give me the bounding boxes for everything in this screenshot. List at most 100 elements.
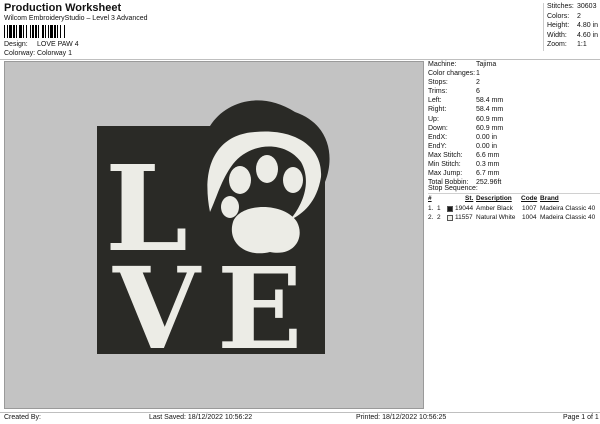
info-label: Trims: — [428, 88, 448, 96]
info-row: Machine: Tajima — [428, 61, 600, 70]
stat-value: 30603 — [577, 3, 597, 10]
info-value: 252.96ft — [476, 179, 502, 187]
info-row: Color changes: 1 — [428, 70, 600, 79]
stat-value: 1:1 — [577, 41, 587, 48]
info-value: 6.6 mm — [476, 151, 500, 159]
stat-width: Width: 4.60 in — [544, 32, 600, 42]
info-label: Stops: — [428, 79, 448, 87]
header-divider — [0, 59, 600, 60]
stat-label: Colors: — [547, 12, 570, 20]
stat-label: Stitches: — [547, 3, 574, 10]
stop-sequence-table: # St. Description Code Brand 1. 1 19044 … — [428, 195, 600, 224]
table-header-row: # St. Description Code Brand — [428, 195, 600, 205]
info-label: Left: — [428, 97, 442, 105]
info-row: Max Stitch: 6.6 mm — [428, 152, 600, 161]
stat-label: Width: — [547, 31, 567, 39]
info-value: 0.00 in — [476, 142, 498, 150]
software-subtitle: Wilcom EmbroideryStudio – Level 3 Advanc… — [4, 15, 148, 22]
stat-colors: Colors: 2 — [544, 13, 600, 23]
design-label: Design: — [4, 41, 28, 48]
col-header-brand: Brand — [540, 195, 559, 202]
stats-panel: Stitches: 30603 Colors: 2 Height: 4.80 in W… — [543, 3, 600, 51]
info-value: 0.00 in — [476, 133, 498, 141]
info-value: 6.7 mm — [476, 170, 500, 178]
row-description: Natural White — [476, 214, 516, 221]
info-row: Trims: 6 — [428, 88, 600, 97]
table-row: 2. 2 11557 Natural White 1004 Madeira Cl… — [428, 214, 600, 224]
info-value: 6 — [476, 88, 480, 96]
page-title: Production Worksheet — [4, 2, 122, 14]
info-label: Color changes: — [428, 70, 476, 78]
info-row: Down: 60.9 mm — [428, 125, 600, 134]
stat-value: 2 — [577, 12, 581, 20]
stat-label: Zoom: — [547, 41, 567, 48]
info-label: Right: — [428, 106, 447, 114]
info-value: 0.3 mm — [476, 161, 500, 169]
page-number: Page 1 of 1 — [563, 414, 599, 421]
info-row: EndX: 0.00 in — [428, 134, 600, 143]
info-row: Right: 58.4 mm — [428, 106, 600, 115]
info-value: 60.9 mm — [476, 115, 504, 123]
design-value: LOVE PAW 4 — [37, 41, 79, 48]
created-by: Created By: — [4, 414, 41, 421]
row-stop: 1 — [437, 204, 441, 212]
row-index: 2. — [428, 214, 434, 221]
row-index: 1. — [428, 204, 434, 212]
info-row: Up: 60.9 mm — [428, 116, 600, 125]
info-label: EndX: — [428, 133, 448, 141]
sequence-divider — [428, 193, 600, 194]
info-row: Max Jump: 6.7 mm — [428, 170, 600, 179]
stat-value: 4.60 in — [577, 31, 599, 39]
info-label: Max Stitch: — [428, 151, 463, 159]
colorway-label: Colorway: — [4, 50, 36, 57]
paw-toe-1 — [229, 166, 251, 194]
stat-height: Height: 4.80 in — [544, 22, 600, 32]
row-description: Amber Black — [476, 204, 513, 212]
printed-date: Printed: 18/12/2022 10:56:25 — [356, 414, 447, 421]
stat-zoom: Zoom: 1:1 — [544, 41, 600, 51]
paw-toe-3 — [283, 167, 303, 193]
paw-toe-2 — [256, 155, 278, 183]
paw-toe-4 — [221, 196, 239, 218]
row-code: 1004 — [522, 214, 537, 221]
design-preview: L V E — [4, 61, 424, 409]
info-value: 60.9 mm — [476, 124, 504, 132]
row-stop: 2 — [437, 214, 441, 221]
stat-stitches: Stitches: 30603 — [544, 3, 600, 13]
footer: Created By: Last Saved: 18/12/2022 10:56… — [0, 413, 600, 424]
info-label: EndY: — [428, 142, 447, 150]
row-stitches: 11557 — [455, 214, 473, 221]
info-value: 1 — [476, 70, 480, 78]
embroidery-preview-image: L V E — [97, 100, 330, 375]
letter-v: V — [112, 244, 202, 375]
info-label: Min Stitch: — [428, 161, 461, 169]
barcode-bar — [65, 25, 66, 38]
stat-value: 4.80 in — [577, 22, 599, 29]
info-label: Machine: — [428, 61, 457, 68]
info-row: EndY: 0.00 in — [428, 143, 600, 152]
info-label: Max Jump: — [428, 170, 463, 178]
info-row: Min Stitch: 0.3 mm — [428, 161, 600, 170]
info-row: Stops: 2 — [428, 79, 600, 88]
table-row: 1. 1 19044 Amber Black 1007 Madeira Clas… — [428, 205, 600, 215]
colorway-value: Colorway 1 — [37, 50, 73, 57]
col-header-index: # — [428, 195, 432, 202]
col-header-description: Description — [476, 195, 512, 202]
row-brand: Madeira Classic 40 — [540, 214, 596, 221]
info-label: Up: — [428, 115, 439, 123]
info-label: Down: — [428, 124, 448, 132]
last-saved: Last Saved: 18/12/2022 10:56:22 — [149, 414, 253, 421]
machine-info: Machine: Tajima Color changes: 1 Stops: 2 Trim… — [428, 61, 600, 188]
letter-e: E — [217, 244, 302, 375]
barcode — [4, 25, 108, 38]
row-brand: Madeira Classic 40 — [540, 204, 596, 212]
stop-sequence-title: Stop Sequence: — [428, 185, 478, 192]
row-code: 1007 — [522, 204, 537, 212]
row-stitches: 19044 — [455, 204, 474, 212]
info-value: 58.4 mm — [476, 97, 504, 105]
color-swatch — [447, 215, 453, 221]
info-row: Left: 58.4 mm — [428, 97, 600, 106]
info-value: 2 — [476, 79, 480, 87]
info-value: 58.4 mm — [476, 106, 504, 114]
stat-label: Height: — [547, 22, 570, 29]
